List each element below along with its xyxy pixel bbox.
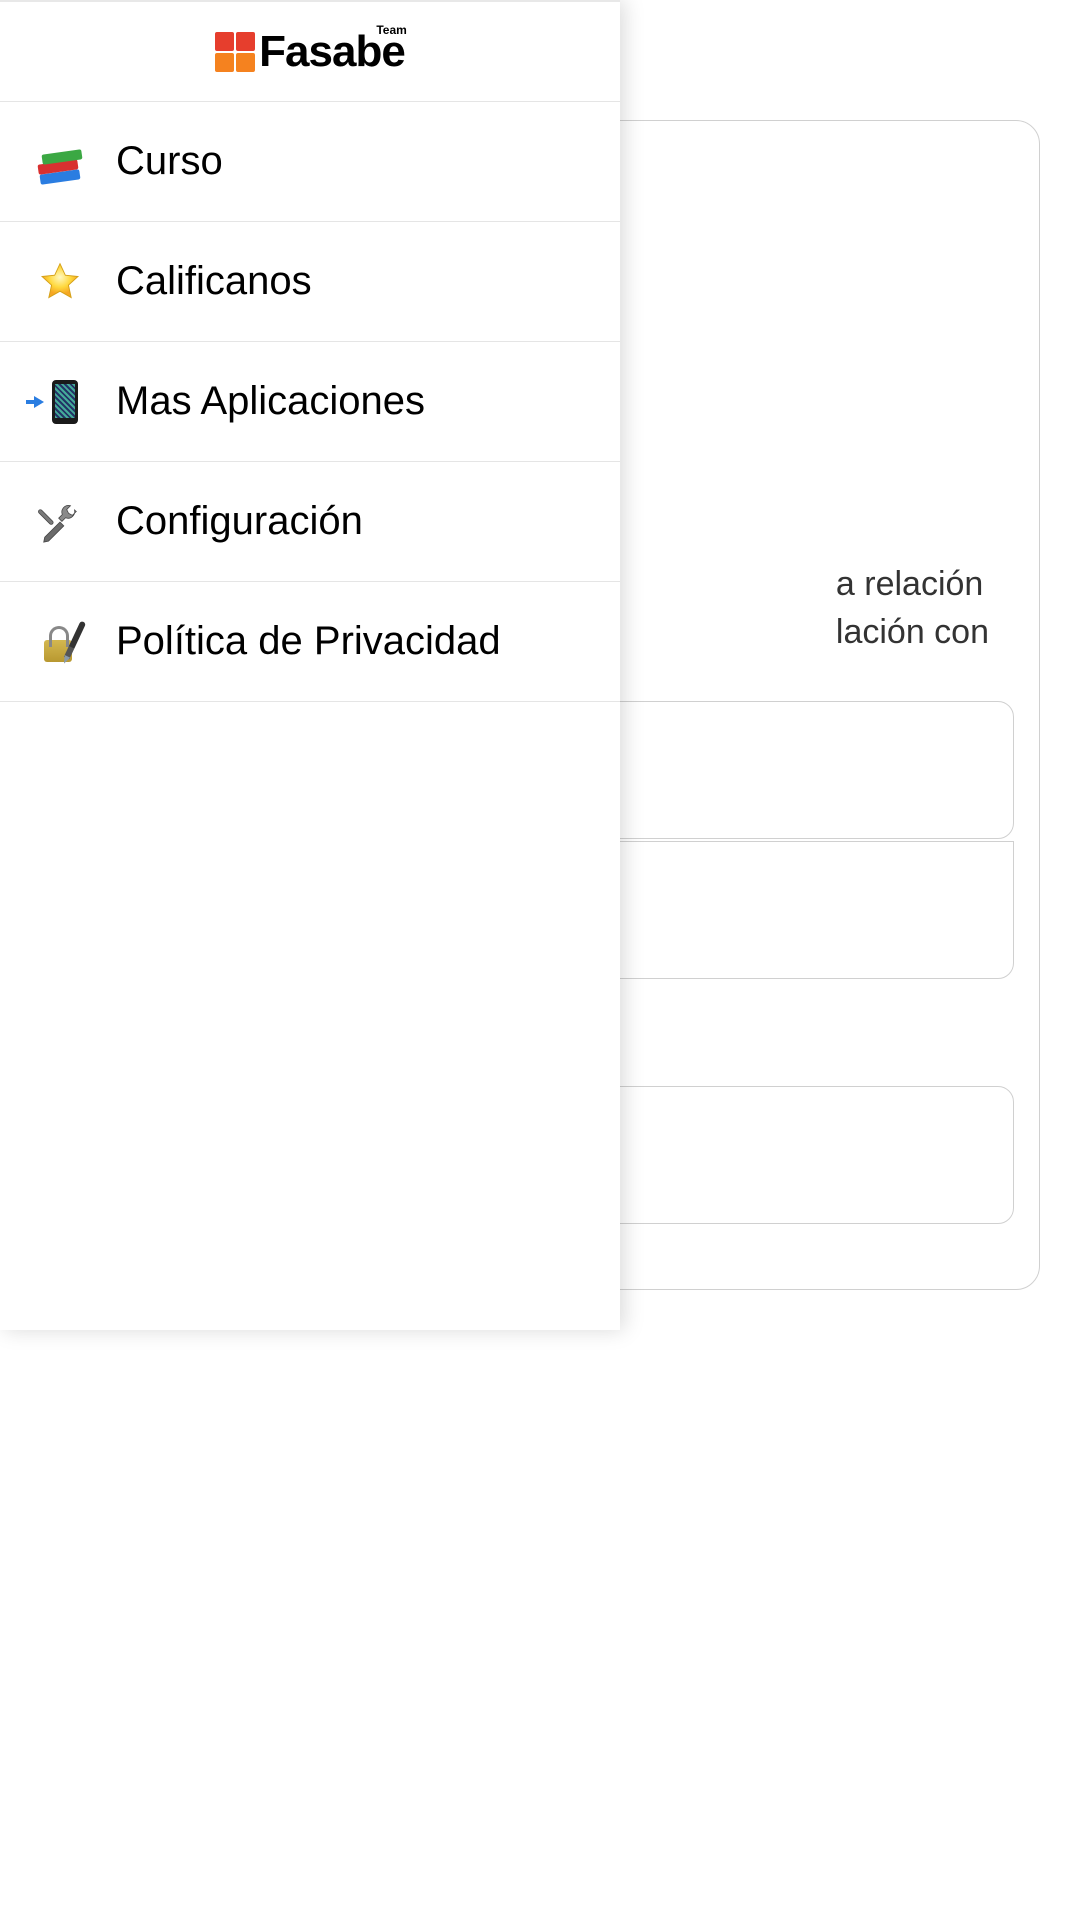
- star-icon: [36, 258, 84, 306]
- menu-item-configuracion[interactable]: Configuración: [0, 462, 620, 582]
- navigation-drawer: Fasabe Team Curso: [0, 0, 620, 1330]
- menu-label: Curso: [116, 139, 223, 184]
- brand-logo: Fasabe Team: [215, 27, 405, 77]
- menu-item-mas-aplicaciones[interactable]: Mas Aplicaciones: [0, 342, 620, 462]
- menu-item-politica-privacidad[interactable]: Política de Privacidad: [0, 582, 620, 702]
- tools-icon: [36, 498, 84, 546]
- menu-label: Política de Privacidad: [116, 619, 501, 664]
- privacy-icon: [36, 618, 84, 666]
- books-icon: [36, 138, 84, 186]
- brand-tag: Team: [376, 23, 406, 37]
- menu-label: Calificanos: [116, 259, 312, 304]
- question-text: a relación lación con: [836, 561, 989, 656]
- menu-label: Configuración: [116, 499, 363, 544]
- menu-item-calificanos[interactable]: Calificanos: [0, 222, 620, 342]
- menu-item-curso[interactable]: Curso: [0, 102, 620, 222]
- menu-label: Mas Aplicaciones: [116, 379, 425, 424]
- logo-icon: [215, 32, 255, 72]
- drawer-header: Fasabe Team: [0, 2, 620, 102]
- phone-apps-icon: [36, 378, 84, 426]
